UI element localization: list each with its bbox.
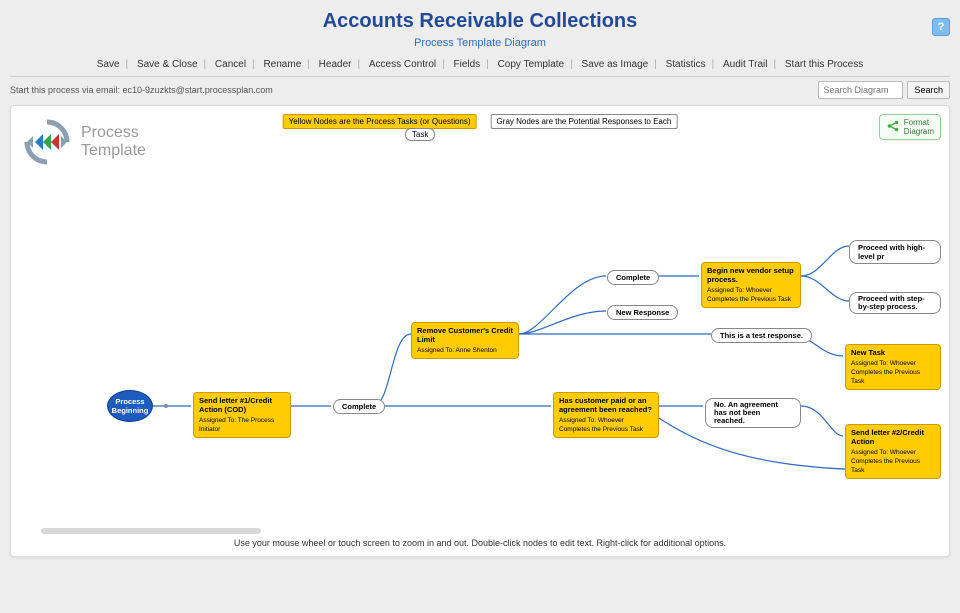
toolbar-save-close[interactable]: Save & Close (131, 59, 204, 70)
node-response-complete-2[interactable]: Complete (607, 270, 659, 285)
node-response-step-by-step[interactable]: Proceed with step-by-step process. (849, 292, 941, 314)
toolbar-rename[interactable]: Rename (257, 59, 307, 70)
toolbar-fields[interactable]: Fields (448, 59, 487, 70)
search-button[interactable]: Search (907, 81, 950, 99)
node-task-new-task[interactable]: New Task Assigned To: Whoever Completes … (845, 344, 941, 390)
toolbar-save-image[interactable]: Save as Image (576, 59, 655, 70)
node-response-complete-1[interactable]: Complete (333, 399, 385, 414)
toolbar-header[interactable]: Header (313, 59, 358, 70)
node-response-no-agreement[interactable]: No. An agreement has not been reached. (705, 398, 801, 428)
search-input[interactable] (818, 81, 903, 99)
node-task-send-letter-1[interactable]: Send letter #1/Credit Action (COD) Assig… (193, 392, 291, 438)
toolbar-copy-template[interactable]: Copy Template (492, 59, 571, 70)
page-title: Accounts Receivable Collections (0, 10, 960, 33)
node-response-new-response[interactable]: New Response (607, 305, 678, 320)
footer-hint: Use your mouse wheel or touch screen to … (11, 538, 949, 548)
node-process-beginning[interactable]: Process Beginning (107, 390, 153, 422)
toolbar-statistics[interactable]: Statistics (660, 59, 712, 70)
toolbar-save[interactable]: Save (91, 59, 126, 70)
node-task-has-customer-paid[interactable]: Has customer paid or an agreement been r… (553, 392, 659, 438)
page-subtitle: Process Template Diagram (0, 37, 960, 49)
horizontal-scrollbar[interactable] (41, 528, 261, 534)
toolbar-cancel[interactable]: Cancel (209, 59, 252, 70)
start-email-hint: Start this process via email: ec10-9zuzk… (10, 85, 273, 95)
node-response-high-level[interactable]: Proceed with high-level pr (849, 240, 941, 264)
toolbar-access-control[interactable]: Access Control (363, 59, 442, 70)
diagram-canvas[interactable]: Process Template Yellow Nodes are the Pr… (10, 105, 950, 557)
connectors (11, 106, 950, 536)
toolbar-start-process[interactable]: Start this Process (779, 59, 869, 70)
node-task-begin-vendor-setup[interactable]: Begin new vendor setup process. Assigned… (701, 262, 801, 308)
node-task-remove-credit-limit[interactable]: Remove Customer's Credit Limit Assigned … (411, 322, 519, 359)
toolbar: Save| Save & Close| Cancel| Rename| Head… (0, 59, 960, 74)
toolbar-audit-trail[interactable]: Audit Trail (717, 59, 773, 70)
node-task-send-letter-2[interactable]: Send letter #2/Credit Action Assigned To… (845, 424, 941, 479)
help-button[interactable]: ? (932, 18, 950, 36)
node-response-test[interactable]: This is a test response. (711, 328, 812, 343)
